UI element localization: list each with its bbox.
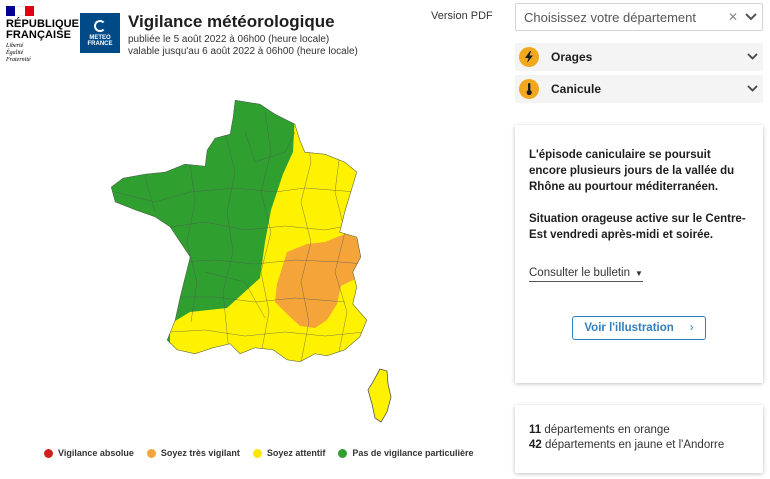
rf-motto: Liberté Égalité Fraternité (6, 43, 31, 63)
stats-orange-line: 11 départements en orange (529, 423, 749, 438)
legend-label: Soyez attentif (266, 448, 326, 458)
view-illustration-button[interactable]: Voir l'illustration › (572, 316, 706, 340)
legend-item-attentive: Soyez attentif (252, 448, 326, 458)
chevron-down-icon[interactable] (740, 10, 762, 24)
accordion-orages-label: Orages (551, 50, 593, 64)
accordion-canicule[interactable]: Canicule (515, 75, 763, 103)
legend-item-no-vigilance: Pas de vigilance particulière (338, 448, 473, 458)
legend-item-very-vigilant: Soyez très vigilant (146, 448, 240, 458)
mainland-france (111, 100, 367, 362)
department-select-placeholder: Choisissez votre département (524, 9, 696, 25)
chevron-down-icon (741, 51, 763, 63)
rf-name-line2: FRANÇAISE (6, 29, 72, 41)
accordion-canicule-label: Canicule (551, 82, 602, 96)
thermometer-icon (519, 79, 539, 99)
legend-dot-green (338, 448, 348, 458)
accordion-orages[interactable]: Orages (515, 43, 763, 71)
map-legend: Vigilance absolue Soyez très vigilant So… (44, 448, 486, 458)
valid-until-date: valable jusqu'au 6 août 2022 à 06h00 (he… (128, 46, 358, 57)
french-flag-icon (6, 6, 34, 16)
consult-bulletin-label: Consulter le bulletin (529, 267, 631, 279)
corsica (367, 368, 392, 423)
vigilance-map[interactable] (95, 92, 405, 424)
legend-item-absolute: Vigilance absolue (44, 448, 134, 458)
lightning-icon (519, 47, 539, 67)
bulletin-card: L'épisode caniculaire se poursuit encore… (515, 125, 763, 383)
republique-francaise-logo: RÉPUBLIQUE FRANÇAISE Liberté Égalité Fra… (6, 6, 79, 64)
yellow-text: départements en jaune et l'Andorre (545, 439, 725, 451)
legend-label: Pas de vigilance particulière (352, 448, 474, 458)
orange-text: départements en orange (544, 424, 670, 436)
consult-bulletin-dropdown[interactable]: Consulter le bulletin ▼ (529, 267, 643, 282)
chevron-down-icon (741, 83, 763, 95)
caret-down-icon: ▼ (635, 269, 643, 278)
stats-yellow-line: 42 départements en jaune et l'Andorre (529, 438, 749, 453)
page-title: Vigilance météorologique (128, 12, 335, 31)
department-select[interactable]: Choisissez votre département ✕ (515, 3, 763, 31)
chevron-right-icon: › (689, 322, 694, 334)
legend-dot-orange (146, 448, 156, 458)
legend-dot-red (44, 448, 53, 458)
orange-count: 11 (529, 424, 542, 436)
legend-dot-yellow (252, 448, 262, 458)
stats-card: 11 départements en orange 42 département… (515, 405, 763, 473)
legend-label: Soyez très vigilant (160, 448, 240, 458)
clear-icon[interactable]: ✕ (726, 10, 740, 24)
legend-label: Vigilance absolue (58, 448, 134, 458)
meteo-france-mark-icon (94, 19, 106, 32)
published-date: publiée le 5 août 2022 à 06h00 (heure lo… (128, 34, 330, 45)
bulletin-paragraph-heatwave: L'épisode caniculaire se poursuit encore… (529, 149, 735, 193)
meteo-france-logo: METEO FRANCE (80, 13, 120, 53)
bulletin-paragraph-storms: Situation orageuse active sur le Centre-… (529, 213, 746, 241)
meteo-france-name: METEO FRANCE (87, 34, 113, 47)
yellow-count: 42 (529, 439, 542, 451)
pdf-version-link[interactable]: Version PDF (431, 10, 493, 22)
view-illustration-label: Voir l'illustration (584, 322, 674, 334)
